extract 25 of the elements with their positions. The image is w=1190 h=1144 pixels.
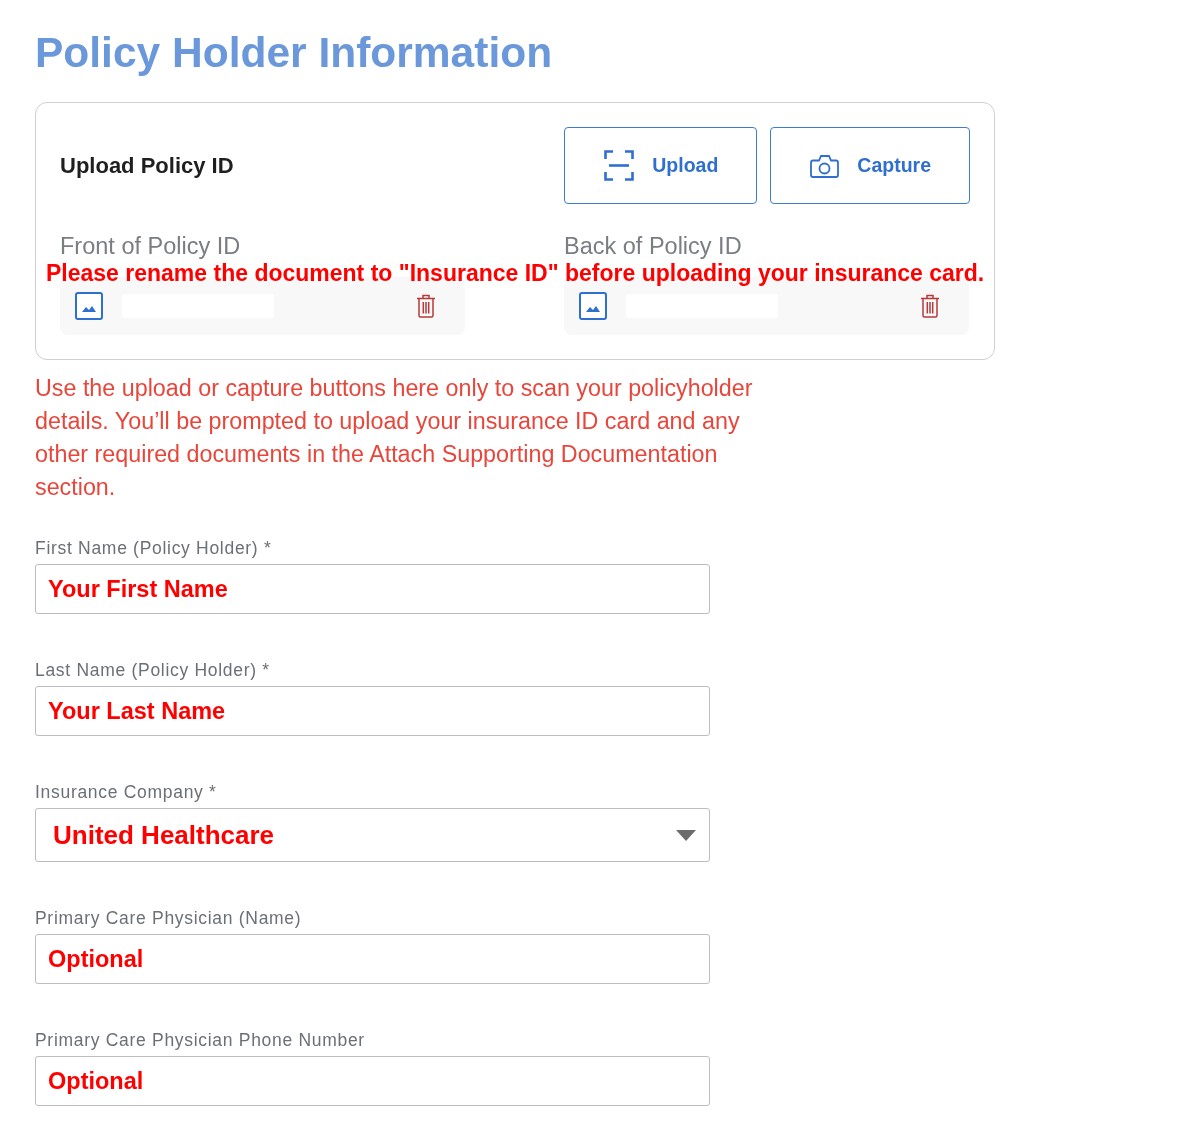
- image-icon: [579, 292, 607, 320]
- capture-button[interactable]: Capture: [770, 127, 970, 204]
- text-input-field[interactable]: Your First Name: [35, 564, 710, 614]
- text-input-field[interactable]: Your Last Name: [35, 686, 710, 736]
- field-label: Last Name (Policy Holder) *: [35, 660, 270, 680]
- scan-frame-icon: [604, 150, 635, 181]
- card-title: Upload Policy ID: [60, 151, 234, 180]
- upload-button[interactable]: Upload: [564, 127, 758, 204]
- page-title: Policy Holder Information: [35, 28, 553, 78]
- field-label: Primary Care Physician (Name): [35, 908, 302, 928]
- side-label: Front of Policy ID: [60, 233, 241, 259]
- text-input-field[interactable]: Optional: [35, 1056, 710, 1106]
- dropdown-select[interactable]: United Healthcare: [35, 808, 710, 862]
- text-input-field[interactable]: Optional: [35, 934, 710, 984]
- trash-icon[interactable]: [920, 294, 940, 318]
- field-label: First Name (Policy Holder) *: [35, 538, 272, 558]
- side-label: Back of Policy ID: [564, 233, 742, 259]
- camera-icon: [810, 153, 840, 178]
- field-label: Insurance Company *: [35, 782, 217, 802]
- caret-icon: [676, 829, 696, 841]
- image-icon: [75, 292, 103, 320]
- trash-icon[interactable]: [416, 294, 436, 318]
- rename-notice: Please rename the document to "Insurance ID" before uploading your insurance card.: [46, 260, 985, 286]
- instructions-text: Use the upload or capture buttons here only to scan your policyholder details. You’ll be prompted to upload your insurance ID card and any other required documents in the Attach Supporting Documentation section.: [35, 374, 754, 502]
- field-label: Primary Care Physician Phone Number: [35, 1030, 365, 1050]
